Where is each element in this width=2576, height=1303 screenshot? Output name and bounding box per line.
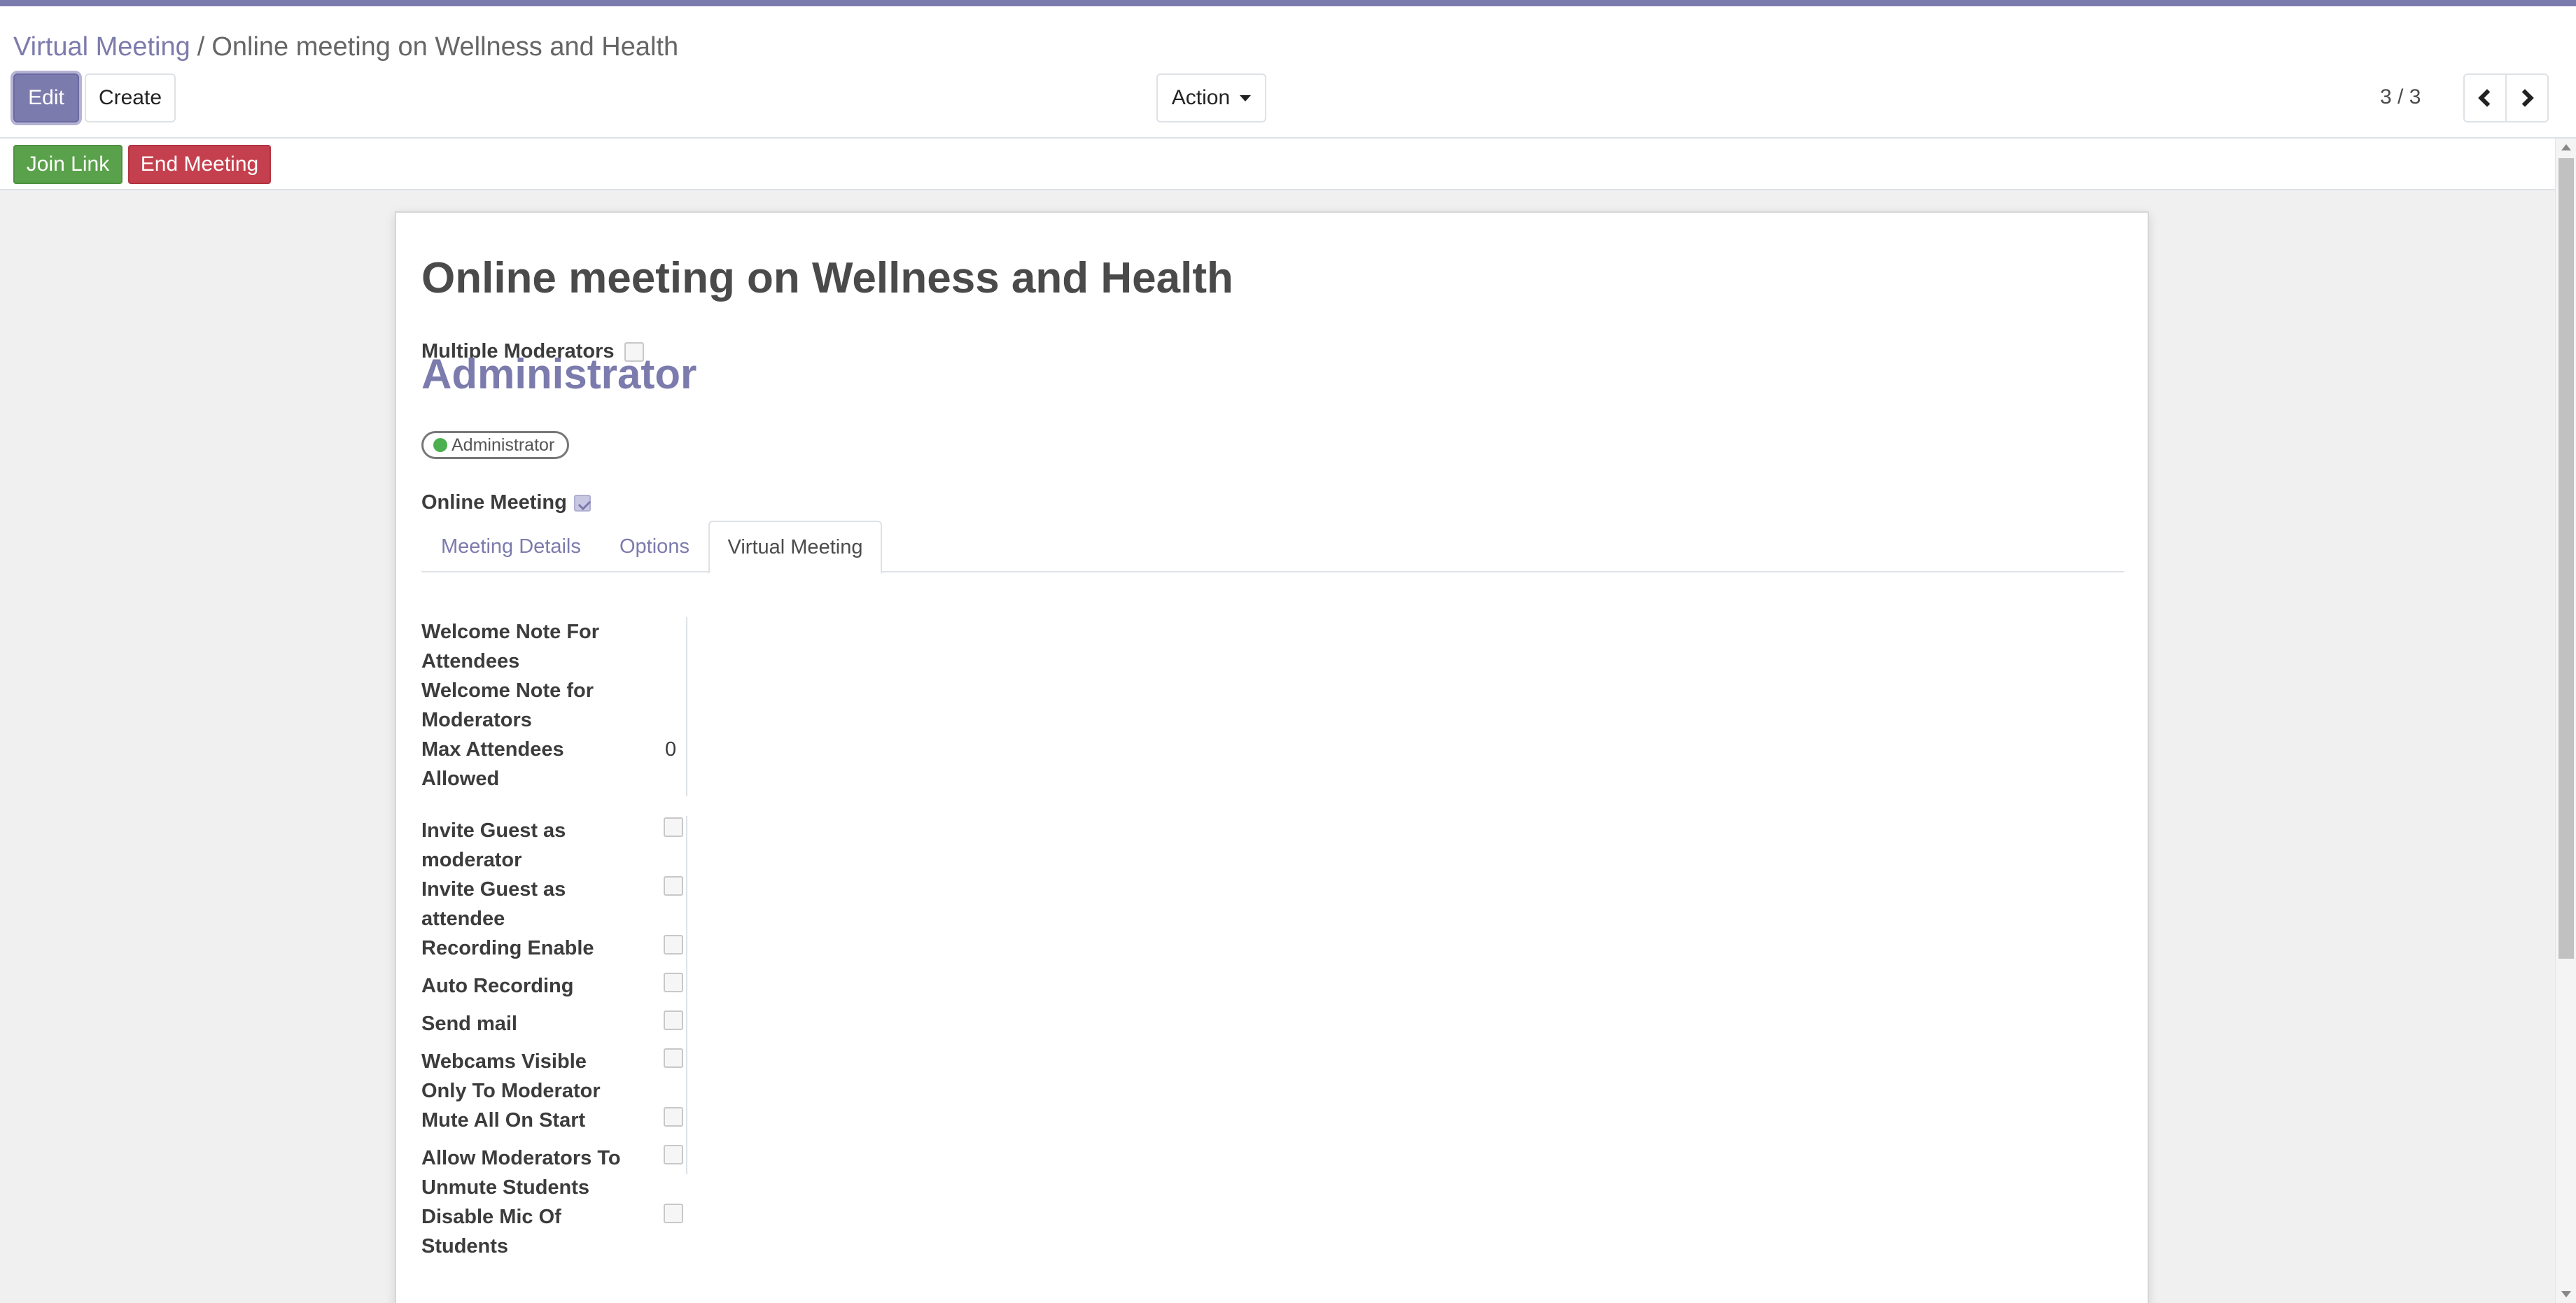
- action-dropdown-button[interactable]: Action: [1156, 73, 1266, 122]
- form-sheet: Online meeting on Wellness and Health Mu…: [395, 211, 2149, 1303]
- welcome-note-moderators-label: Welcome Note for Moderators: [421, 679, 594, 731]
- attendee-tag-label: Administrator: [451, 435, 555, 455]
- meeting-title: Online meeting on Wellness and Health: [421, 254, 1233, 302]
- welcome-note-attendees-label: Welcome Note For Attendees: [421, 621, 600, 672]
- invite-guest-moderator-checkbox[interactable]: [664, 817, 683, 837]
- breadcrumb-separator: /: [197, 32, 205, 62]
- tab-meeting-details[interactable]: Meeting Details: [441, 521, 581, 572]
- mute-all-on-start-label: Mute All On Start: [421, 1109, 586, 1132]
- breadcrumb-current: Online meeting on Wellness and Health: [211, 32, 679, 62]
- breadcrumb: Virtual Meeting / Online meeting on Wellne…: [13, 26, 678, 68]
- send-mail-label: Send mail: [421, 1013, 517, 1035]
- organizer-name[interactable]: Administrator: [421, 350, 696, 398]
- join-link-button[interactable]: Join Link: [13, 145, 122, 184]
- breadcrumb-parent-link[interactable]: Virtual Meeting: [13, 32, 190, 62]
- invite-guest-moderator-label: Invite Guest as moderator: [421, 819, 566, 871]
- auto-recording-checkbox[interactable]: [664, 973, 683, 992]
- virtual-meeting-options-group: Invite Guest as moderator Invite Guest a…: [421, 816, 687, 1258]
- invite-guest-attendee-label: Invite Guest as attendee: [421, 878, 566, 930]
- scroll-down-arrow-icon[interactable]: [2561, 1291, 2571, 1297]
- virtual-meeting-text-group: Welcome Note For Attendees Welcome Note …: [421, 617, 687, 796]
- top-accent-bar: [0, 0, 2576, 6]
- disable-mic-students-checkbox[interactable]: [664, 1204, 683, 1223]
- tab-virtual-meeting[interactable]: Virtual Meeting: [708, 521, 882, 574]
- control-panel: Virtual Meeting / Online meeting on Wellne…: [0, 6, 2576, 139]
- notebook-tabs: Meeting Details Options Virtual Meeting: [421, 521, 2124, 574]
- chevron-left-icon: [2478, 89, 2496, 107]
- chevron-right-icon: [2516, 89, 2534, 107]
- webcams-visible-moderator-checkbox[interactable]: [664, 1048, 683, 1068]
- auto-recording-label: Auto Recording: [421, 975, 574, 997]
- allow-moderators-unmute-checkbox[interactable]: [664, 1145, 683, 1164]
- scroll-up-arrow-icon[interactable]: [2561, 144, 2571, 150]
- create-button[interactable]: Create: [85, 73, 176, 122]
- recording-enable-label: Recording Enable: [421, 937, 594, 959]
- scrollbar-thumb[interactable]: [2558, 158, 2574, 959]
- pager-next-button[interactable]: [2505, 73, 2549, 122]
- form-statusbar: Join Link End Meeting: [0, 139, 2555, 190]
- pager-previous-button[interactable]: [2463, 73, 2507, 122]
- end-meeting-button[interactable]: End Meeting: [128, 145, 271, 184]
- disable-mic-students-label: Disable Mic Of Students: [421, 1206, 561, 1258]
- edit-button[interactable]: Edit: [13, 73, 79, 122]
- online-meeting-field: Online Meeting: [421, 491, 591, 514]
- tab-options[interactable]: Options: [620, 521, 690, 572]
- online-status-dot-icon: [433, 438, 447, 452]
- vertical-scrollbar[interactable]: [2555, 139, 2576, 1303]
- send-mail-checkbox[interactable]: [664, 1010, 683, 1030]
- pager-value[interactable]: 3 / 3: [2380, 82, 2421, 113]
- action-label: Action: [1171, 86, 1231, 109]
- max-attendees-label: Max Attendees Allowed: [421, 738, 564, 790]
- form-view-background: Online meeting on Wellness and Health Mu…: [0, 190, 2555, 1303]
- online-meeting-checkbox[interactable]: [573, 494, 591, 512]
- online-meeting-label: Online Meeting: [421, 491, 567, 514]
- max-attendees-value: 0: [665, 738, 677, 761]
- mute-all-on-start-checkbox[interactable]: [664, 1107, 683, 1127]
- invite-guest-attendee-checkbox[interactable]: [664, 876, 683, 896]
- attendee-tag[interactable]: Administrator: [421, 431, 570, 459]
- webcams-visible-moderator-label: Webcams Visible Only To Moderator: [421, 1050, 601, 1102]
- recording-enable-checkbox[interactable]: [664, 935, 683, 955]
- caret-down-icon: [1240, 94, 1252, 101]
- allow-moderators-unmute-label: Allow Moderators To Unmute Students: [421, 1147, 621, 1199]
